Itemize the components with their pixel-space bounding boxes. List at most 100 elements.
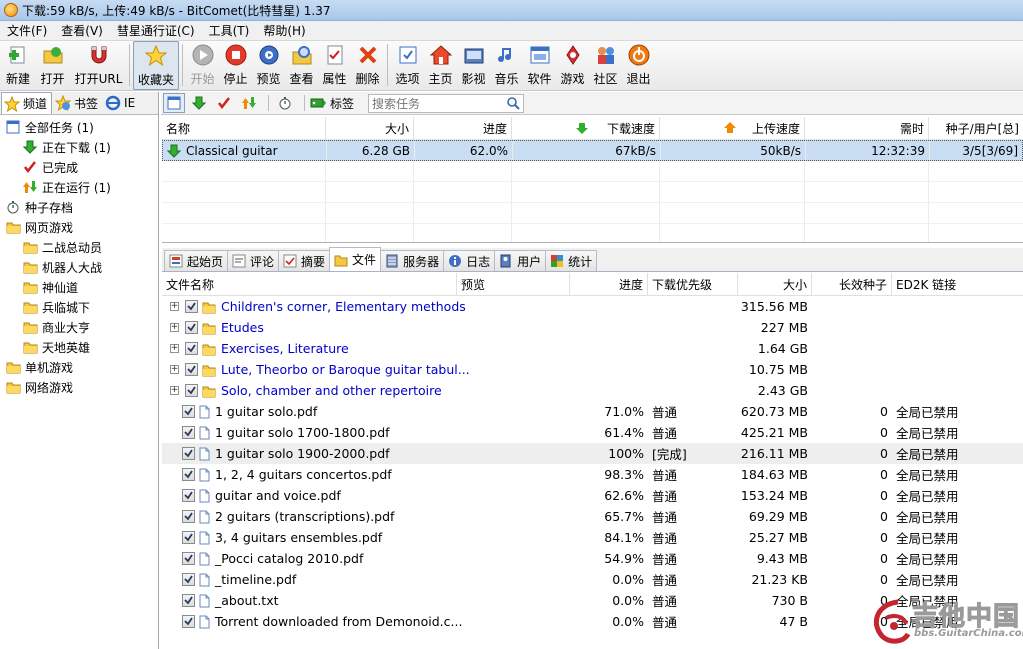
file-checkbox[interactable] bbox=[182, 405, 195, 418]
col-seeds-peers[interactable]: 种子/用户[总] bbox=[929, 117, 1023, 139]
tab-log[interactable]: 日志 bbox=[443, 250, 496, 271]
new-button[interactable]: 新建 bbox=[2, 41, 34, 90]
file-row[interactable]: guitar and voice.pdf 62.6% 普通 153.24 MB 0 全局已… bbox=[162, 485, 1023, 506]
file-checkbox[interactable] bbox=[182, 426, 195, 439]
community-button[interactable]: 社区 bbox=[589, 41, 622, 90]
file-row[interactable]: 2 guitars (transcriptions).pdf 65.7% 普通 69.… bbox=[162, 506, 1023, 527]
tree-item[interactable]: 网络游戏 bbox=[0, 377, 158, 397]
col-file-progress[interactable]: 进度 bbox=[570, 273, 648, 295]
file-checkbox[interactable] bbox=[182, 489, 195, 502]
col-eta[interactable]: 需时 bbox=[805, 117, 929, 139]
file-row[interactable]: 1 guitar solo 1900-2000.pdf 100% [完成] 216.1… bbox=[162, 443, 1023, 464]
file-checkbox[interactable] bbox=[182, 573, 195, 586]
col-upload-speed[interactable]: 上传速度 bbox=[660, 117, 805, 139]
delete-button[interactable]: 删除 bbox=[351, 41, 384, 90]
expand-icon[interactable]: + bbox=[170, 365, 179, 374]
file-checkbox[interactable] bbox=[182, 615, 195, 628]
task-row[interactable]: Classical guitar 6.28 GB 62.0% 67kB/s 50… bbox=[162, 140, 1023, 161]
filter-completed-button[interactable] bbox=[213, 93, 235, 113]
folder-row[interactable]: + Lute, Theorbo or Baroque guitar tabul..… bbox=[162, 359, 1023, 380]
tree-item[interactable]: 兵临城下 bbox=[0, 297, 158, 317]
tree-item[interactable]: 全部任务 (1) bbox=[0, 117, 158, 137]
tab-statistics[interactable]: 统计 bbox=[545, 250, 598, 271]
col-progress[interactable]: 进度 bbox=[414, 117, 512, 139]
tab-files[interactable]: 文件 bbox=[329, 247, 382, 271]
file-row[interactable]: 1 guitar solo.pdf 71.0% 普通 620.73 MB 0 全局已禁用 bbox=[162, 401, 1023, 422]
folder-checkbox[interactable] bbox=[185, 300, 198, 313]
tree-item[interactable]: 正在下载 (1) bbox=[0, 137, 158, 157]
archive-button[interactable] bbox=[274, 93, 296, 113]
menu-tools[interactable]: 工具(T) bbox=[202, 22, 257, 39]
expand-icon[interactable]: + bbox=[170, 386, 179, 395]
search-task-input[interactable] bbox=[372, 96, 501, 111]
tab-summary[interactable]: 摘要 bbox=[278, 250, 331, 271]
menu-help[interactable]: 帮助(H) bbox=[256, 22, 312, 39]
search-task-field[interactable] bbox=[368, 93, 525, 113]
file-checkbox[interactable] bbox=[182, 510, 195, 523]
menu-passport[interactable]: 彗星通行证(C) bbox=[110, 22, 202, 39]
tab-ie[interactable]: IE bbox=[103, 93, 139, 113]
exit-button[interactable]: 退出 bbox=[622, 41, 655, 90]
tab-bookmarks[interactable]: 书签 bbox=[53, 93, 102, 113]
folder-row[interactable]: + Etudes 227 MB bbox=[162, 317, 1023, 338]
filter-running-button[interactable] bbox=[238, 93, 260, 113]
task-list-toggle-button[interactable] bbox=[163, 93, 185, 113]
menu-file[interactable]: 文件(F) bbox=[0, 22, 54, 39]
music-button[interactable]: 音乐 bbox=[490, 41, 523, 90]
tree-item[interactable]: 种子存档 bbox=[0, 197, 158, 217]
col-priority[interactable]: 下载优先级 bbox=[648, 273, 738, 295]
home-button[interactable]: 主页 bbox=[424, 41, 457, 90]
file-checkbox[interactable] bbox=[182, 447, 195, 460]
file-row[interactable]: _Pocci catalog 2010.pdf 54.9% 普通 9.43 MB 0 全局… bbox=[162, 548, 1023, 569]
folder-row[interactable]: + Children's corner, Elementary methods 31… bbox=[162, 296, 1023, 317]
movies-button[interactable]: 影视 bbox=[457, 41, 490, 90]
folder-checkbox[interactable] bbox=[185, 363, 198, 376]
file-checkbox[interactable] bbox=[182, 594, 195, 607]
col-name[interactable]: 名称 bbox=[162, 117, 326, 139]
tree-item[interactable]: 商业大亨 bbox=[0, 317, 158, 337]
open-button[interactable]: 打开 bbox=[34, 41, 71, 90]
tags-button[interactable]: 标签 bbox=[310, 95, 354, 112]
folder-checkbox[interactable] bbox=[185, 384, 198, 397]
folder-checkbox[interactable] bbox=[185, 321, 198, 334]
file-row[interactable]: 3, 4 guitars ensembles.pdf 84.1% 普通 25.27 M… bbox=[162, 527, 1023, 548]
expand-icon[interactable]: + bbox=[170, 323, 179, 332]
folder-checkbox[interactable] bbox=[185, 342, 198, 355]
col-download-speed[interactable]: 下载速度 bbox=[512, 117, 660, 139]
tree-item[interactable]: 二战总动员 bbox=[0, 237, 158, 257]
tab-servers[interactable]: 服务器 bbox=[380, 250, 445, 271]
games-button[interactable]: 游戏 bbox=[556, 41, 589, 90]
file-checkbox[interactable] bbox=[182, 531, 195, 544]
tab-comments[interactable]: 评论 bbox=[227, 250, 280, 271]
preview-button[interactable]: 预览 bbox=[252, 41, 285, 90]
favorites-button[interactable]: 收藏夹 bbox=[133, 41, 179, 90]
tree-item[interactable]: 正在运行 (1) bbox=[0, 177, 158, 197]
search-icon[interactable] bbox=[507, 96, 520, 113]
properties-button[interactable]: 属性 bbox=[318, 41, 351, 90]
file-checkbox[interactable] bbox=[182, 552, 195, 565]
tree-item[interactable]: 机器人大战 bbox=[0, 257, 158, 277]
tree-item[interactable]: 已完成 bbox=[0, 157, 158, 177]
stop-button[interactable]: 停止 bbox=[219, 41, 252, 90]
tree-item[interactable]: 神仙道 bbox=[0, 277, 158, 297]
col-ed2k[interactable]: ED2K 链接 bbox=[892, 273, 1023, 295]
expand-icon[interactable]: + bbox=[170, 302, 179, 311]
tree-item[interactable]: 网页游戏 bbox=[0, 217, 158, 237]
file-row[interactable]: 1, 2, 4 guitars concertos.pdf 98.3% 普通 184.… bbox=[162, 464, 1023, 485]
tree-item[interactable]: 单机游戏 bbox=[0, 357, 158, 377]
start-button[interactable]: 开始 bbox=[186, 41, 219, 90]
tab-start-page[interactable]: 起始页 bbox=[164, 250, 229, 271]
col-size[interactable]: 大小 bbox=[326, 117, 414, 139]
menu-view[interactable]: 查看(V) bbox=[54, 22, 110, 39]
folder-row[interactable]: + Solo, chamber and other repertoire 2.43 … bbox=[162, 380, 1023, 401]
col-preview[interactable]: 预览 bbox=[457, 273, 570, 295]
file-row[interactable]: 1 guitar solo 1700-1800.pdf 61.4% 普通 425.21… bbox=[162, 422, 1023, 443]
view-button[interactable]: 查看 bbox=[285, 41, 318, 90]
filter-downloading-button[interactable] bbox=[188, 93, 210, 113]
col-long-seed[interactable]: 长效种子 bbox=[812, 273, 892, 295]
file-row[interactable]: _timeline.pdf 0.0% 普通 21.23 KB 0 全局已禁用 bbox=[162, 569, 1023, 590]
col-file-size[interactable]: 大小 bbox=[738, 273, 812, 295]
tab-users[interactable]: 用户 bbox=[494, 250, 547, 271]
file-checkbox[interactable] bbox=[182, 468, 195, 481]
open-url-button[interactable]: 打开URL bbox=[71, 41, 126, 90]
